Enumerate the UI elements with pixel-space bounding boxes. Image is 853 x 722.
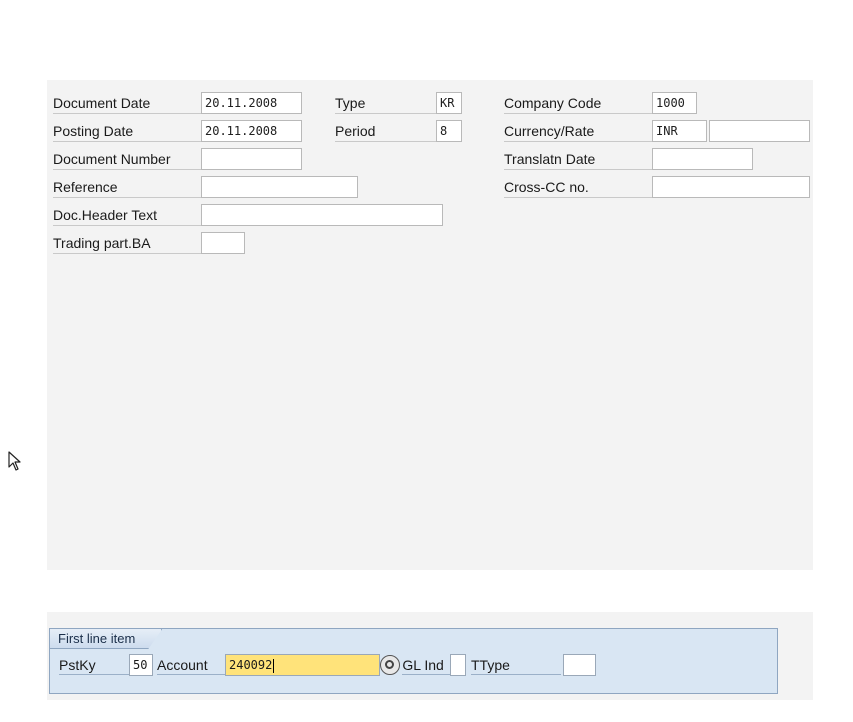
cross-cc-no-field[interactable] — [652, 176, 810, 198]
account-field[interactable]: 240092 — [225, 654, 380, 676]
search-help-icon[interactable] — [380, 655, 400, 675]
company-code-field[interactable]: 1000 — [652, 92, 697, 114]
first-line-item-title: First line item — [50, 629, 162, 649]
pstky-label: PstKy — [59, 655, 133, 675]
document-number-label: Document Number — [53, 148, 201, 170]
account-label: Account — [157, 655, 227, 675]
text-caret — [273, 658, 275, 673]
currency-rate-label: Currency/Rate — [504, 120, 652, 142]
currency-field[interactable]: INR — [652, 120, 707, 142]
reference-field[interactable] — [201, 176, 358, 198]
translation-date-label: Translatn Date — [504, 148, 652, 170]
doc-header-text-field[interactable] — [201, 204, 443, 226]
doc-header-text-label: Doc.Header Text — [53, 204, 201, 226]
document-number-field[interactable] — [201, 148, 302, 170]
type-field[interactable]: KR — [436, 92, 462, 114]
company-code-label: Company Code — [504, 92, 652, 114]
type-label: Type — [335, 92, 436, 114]
account-value: 240092 — [229, 658, 273, 672]
mouse-pointer-icon — [8, 451, 21, 471]
first-line-item-group: First line item PstKy 50 Account 240092 … — [49, 628, 778, 694]
translation-date-field[interactable] — [652, 148, 753, 170]
trading-part-ba-field[interactable] — [201, 232, 245, 254]
pstky-field[interactable]: 50 — [129, 654, 153, 676]
posting-date-field[interactable]: 20.11.2008 — [201, 120, 302, 142]
reference-label: Reference — [53, 176, 201, 198]
sgl-ind-field[interactable] — [450, 654, 466, 676]
cross-cc-no-label: Cross-CC no. — [504, 176, 652, 198]
ttype-field[interactable] — [563, 654, 596, 676]
sgl-ind-label: SGL Ind — [402, 655, 450, 675]
trading-part-ba-label: Trading part.BA — [53, 232, 201, 254]
period-label: Period — [335, 120, 436, 142]
ttype-label: TType — [471, 655, 561, 675]
document-date-field[interactable]: 20.11.2008 — [201, 92, 302, 114]
posting-date-label: Posting Date — [53, 120, 201, 142]
document-date-label: Document Date — [53, 92, 201, 114]
period-field[interactable]: 8 — [436, 120, 462, 142]
exchange-rate-field[interactable] — [709, 120, 810, 142]
